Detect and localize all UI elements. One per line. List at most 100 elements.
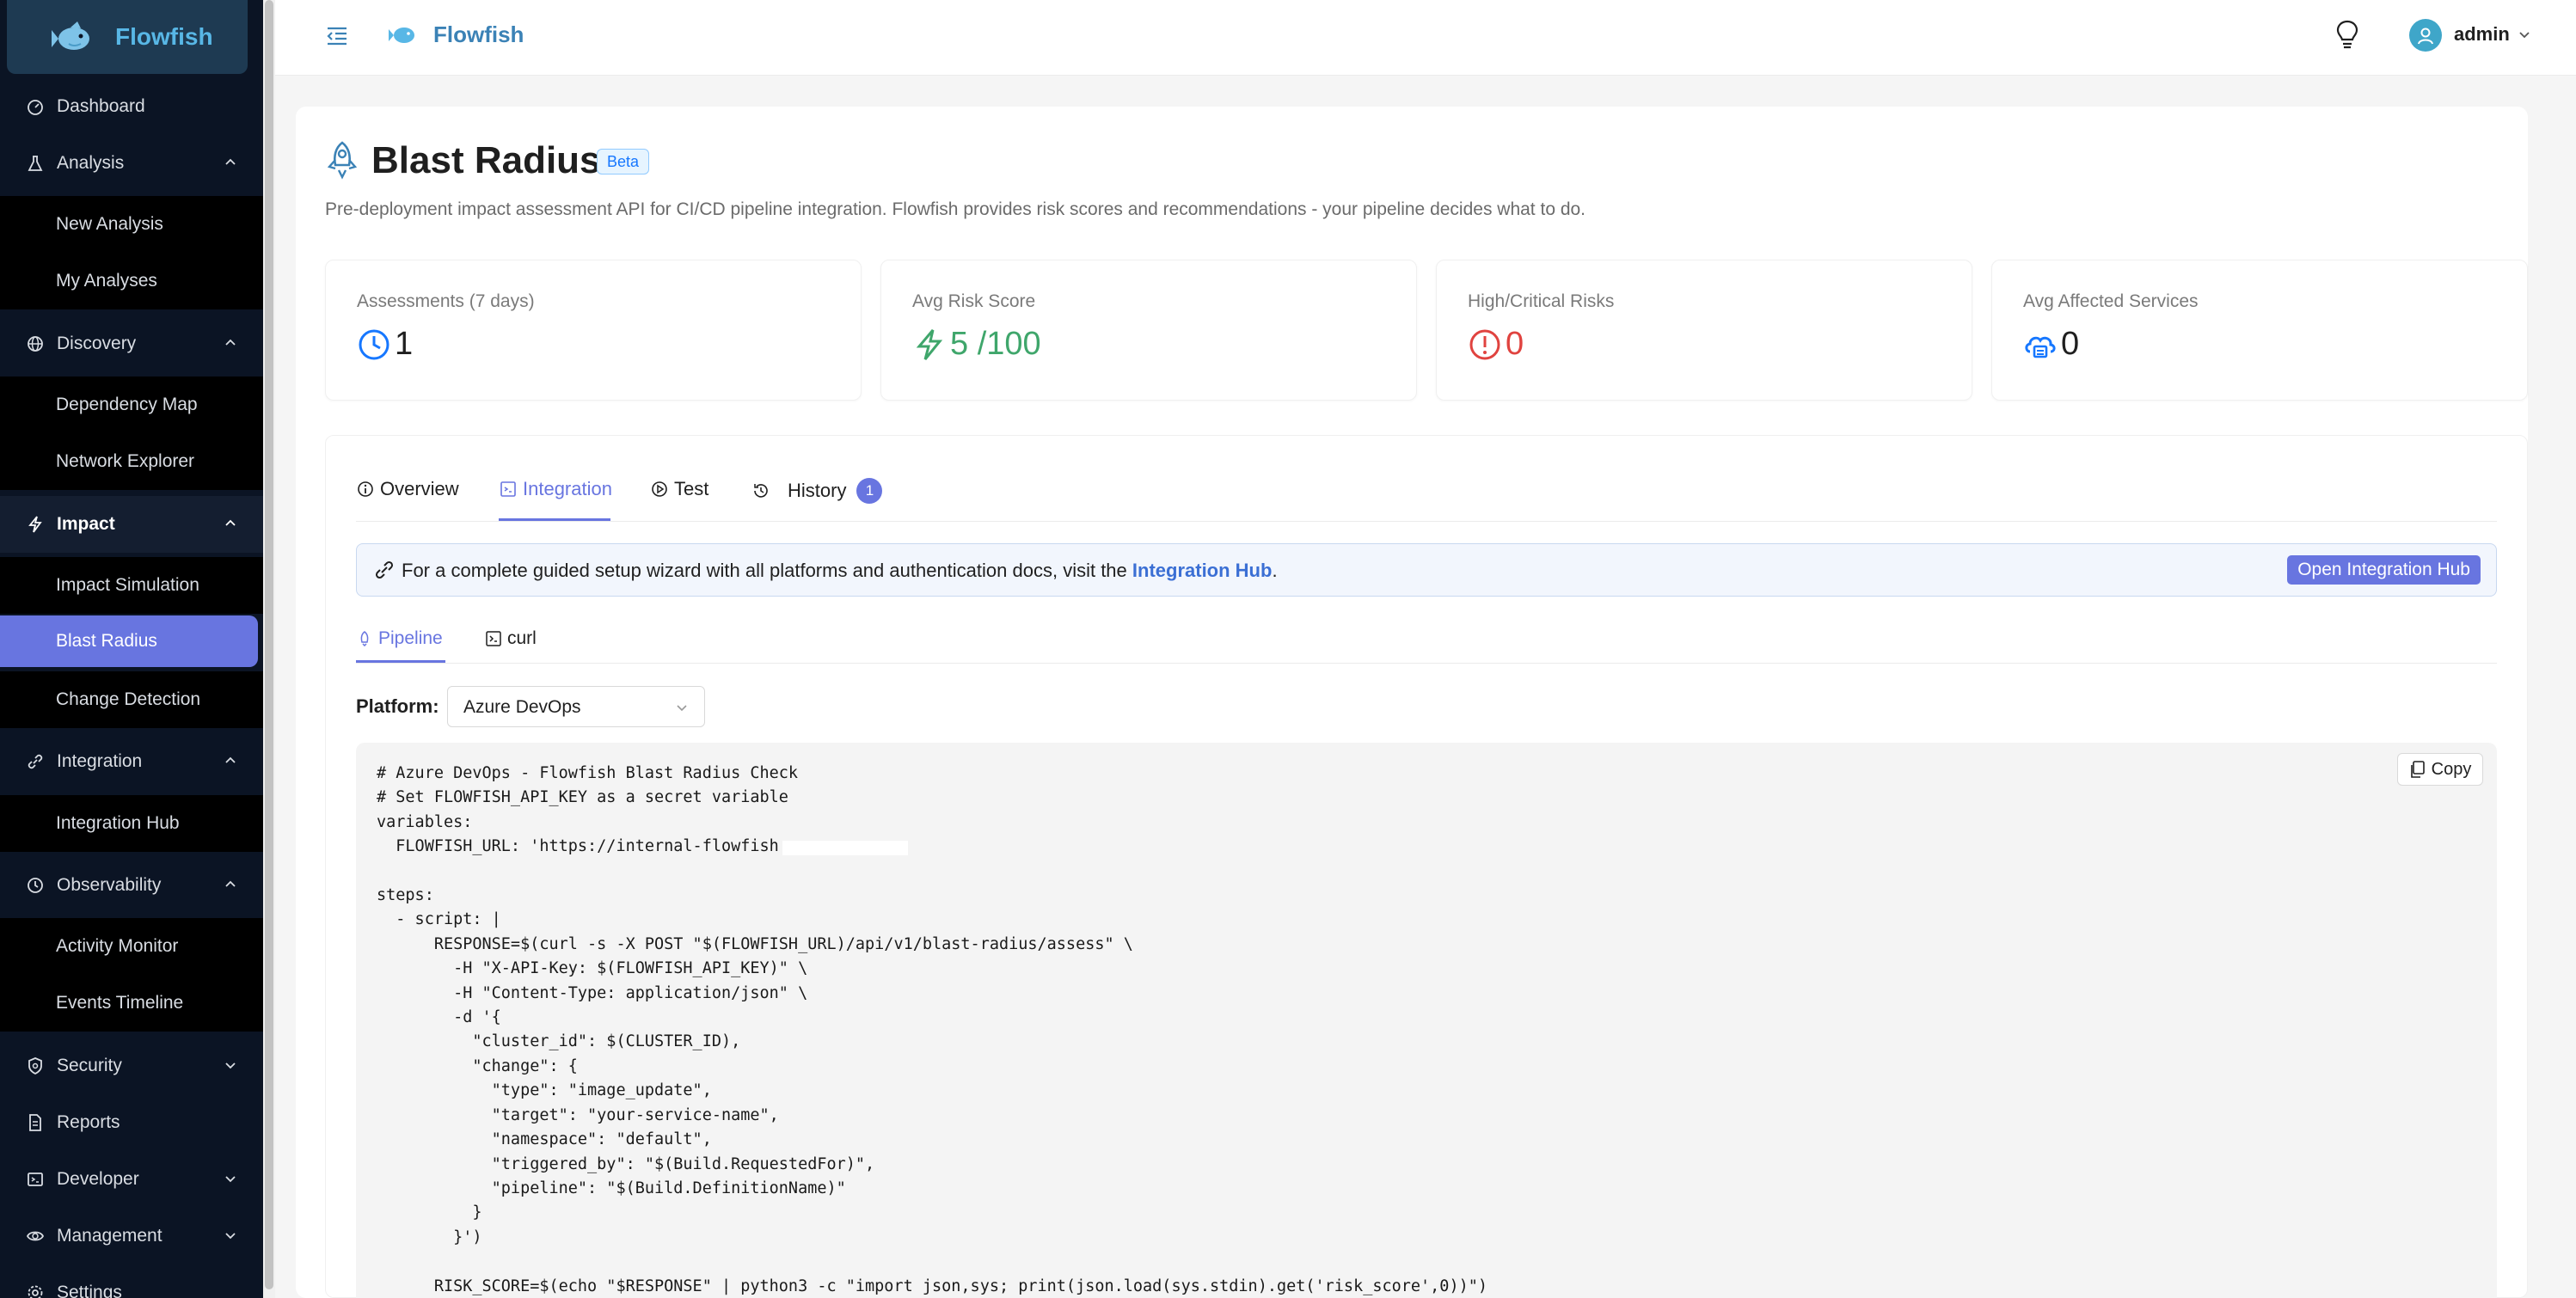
clock-icon	[26, 876, 45, 895]
sidebar-item-blast-radius[interactable]: Blast Radius	[0, 615, 263, 667]
sidebar-item-observability[interactable]: Observability	[0, 857, 263, 914]
code-block: # Azure DevOps - Flowfish Blast Radius C…	[356, 743, 2497, 1298]
sidebar: Flowfish Dashboard Analysis New Analysis…	[0, 0, 263, 1298]
copy-label: Copy	[2431, 759, 2472, 779]
sidebar-scrollbar-thumb[interactable]	[265, 0, 273, 1289]
sidebar-item-events-timeline[interactable]: Events Timeline	[0, 975, 263, 1032]
tab-label: Integration	[523, 478, 612, 499]
sidebar-item-label: Network Explorer	[56, 451, 195, 471]
code-icon	[26, 1170, 45, 1189]
sidebar-item-label: Dependency Map	[56, 395, 198, 414]
integration-hub-link[interactable]: Integration Hub	[1132, 560, 1273, 581]
link-icon	[375, 560, 394, 579]
beta-badge: Beta	[597, 149, 650, 174]
sidebar-item-developer[interactable]: Developer	[0, 1151, 263, 1208]
page-title: Blast Radius	[371, 139, 601, 181]
sidebar-item-integration-hub[interactable]: Integration Hub	[0, 795, 263, 852]
stat-value: 0	[1506, 326, 1524, 362]
rocket-icon	[356, 630, 373, 647]
sidebar-item-change-detection[interactable]: Change Detection	[0, 671, 263, 728]
tab-history[interactable]: History 1	[751, 478, 883, 504]
play-circle-icon	[650, 480, 669, 499]
sidebar-item-settings[interactable]: Settings	[0, 1264, 263, 1298]
stat-card-assessments: Assessments (7 days) 1	[325, 260, 862, 401]
stat-card-avg-risk: Avg Risk Score 5 /100	[880, 260, 1417, 401]
info-circle-icon	[356, 480, 375, 499]
sidebar-item-new-analysis[interactable]: New Analysis	[0, 196, 263, 253]
chevron-down-icon	[677, 705, 687, 712]
subtab-curl[interactable]: curl	[485, 628, 537, 649]
sidebar-scrollbar[interactable]	[263, 0, 275, 1298]
platform-selected-value: Azure DevOps	[463, 697, 581, 717]
sidebar-item-impact-simulation[interactable]: Impact Simulation	[0, 557, 263, 614]
sidebar-item-label: Settings	[57, 1283, 122, 1298]
info-alert: For a complete guided setup wizard with …	[356, 543, 2497, 597]
eye-icon	[26, 1227, 45, 1246]
stat-label: High/Critical Risks	[1468, 291, 1615, 311]
tab-overview[interactable]: Overview	[356, 478, 459, 500]
chevron-down-icon[interactable]	[2518, 28, 2531, 41]
sidebar-item-label: Impact	[57, 514, 115, 534]
tab-integration[interactable]: Integration	[499, 478, 612, 500]
redacted-text	[782, 841, 908, 855]
sidebar-item-impact[interactable]: Impact	[0, 496, 263, 553]
open-integration-hub-button[interactable]: Open Integration Hub	[2287, 555, 2481, 585]
copy-button[interactable]: Copy	[2397, 753, 2483, 786]
chevron-down-icon	[225, 1062, 236, 1069]
dashboard-icon	[26, 97, 45, 116]
stat-value: 0	[2061, 326, 2080, 362]
globe-icon	[26, 334, 45, 353]
sidebar-item-label: Discovery	[57, 334, 137, 353]
sidebar-item-dashboard[interactable]: Dashboard	[0, 78, 263, 135]
sidebar-item-network-explorer[interactable]: Network Explorer	[0, 433, 263, 490]
sidebar-item-label: Management	[57, 1226, 163, 1246]
menu-fold-icon[interactable]	[325, 24, 349, 48]
bolt-icon	[916, 329, 943, 360]
lightbulb-icon[interactable]	[2334, 19, 2361, 52]
tab-label: Overview	[380, 478, 459, 499]
stat-card-high-critical: High/Critical Risks 0	[1436, 260, 1972, 401]
chevron-up-icon	[225, 519, 236, 526]
sidebar-item-analysis[interactable]: Analysis	[0, 135, 263, 192]
sidebar-item-label: Developer	[57, 1169, 139, 1189]
alert-end: .	[1272, 560, 1278, 581]
sidebar-item-security[interactable]: Security	[0, 1038, 263, 1094]
history-count-badge: 1	[856, 478, 883, 504]
subtab-label: curl	[507, 628, 537, 648]
sidebar-item-integration[interactable]: Integration	[0, 733, 263, 790]
sidebar-item-label: Blast Radius	[56, 631, 157, 651]
stat-label: Assessments (7 days)	[357, 291, 535, 311]
sidebar-item-dependency-map[interactable]: Dependency Map	[0, 377, 263, 433]
sidebar-item-management[interactable]: Management	[0, 1208, 263, 1264]
pipeline-code: # Azure DevOps - Flowfish Blast Radius C…	[377, 764, 1488, 1295]
platform-select[interactable]: Azure DevOps	[447, 686, 705, 727]
tab-label: Test	[674, 478, 709, 499]
file-text-icon	[26, 1113, 45, 1132]
stat-label: Avg Risk Score	[912, 291, 1036, 311]
subtab-pipeline[interactable]: Pipeline	[356, 628, 443, 649]
sidebar-item-label: Integration	[57, 751, 143, 771]
code-icon	[499, 480, 518, 499]
sidebar-item-discovery[interactable]: Discovery	[0, 315, 263, 372]
chevron-down-icon	[225, 1176, 236, 1183]
sidebar-item-activity-monitor[interactable]: Activity Monitor	[0, 918, 263, 975]
page-subtitle: Pre-deployment impact assessment API for…	[325, 199, 1586, 219]
tab-test[interactable]: Test	[650, 478, 708, 500]
stat-value: 1	[395, 326, 414, 362]
sidebar-item-label: Impact Simulation	[56, 575, 199, 595]
top-header: Flowfish admin	[275, 0, 2576, 76]
user-name[interactable]: admin	[2454, 23, 2510, 46]
terminal-icon	[485, 630, 502, 647]
sidebar-logo[interactable]: Flowfish	[7, 0, 248, 74]
stat-value: 5 /100	[950, 326, 1041, 362]
sidebar-item-reports[interactable]: Reports	[0, 1094, 263, 1151]
avatar[interactable]	[2409, 19, 2442, 52]
clock-icon	[359, 329, 389, 360]
sidebar-item-label: Observability	[57, 875, 162, 895]
sidebar-item-label: New Analysis	[56, 214, 163, 234]
experiment-icon	[26, 154, 45, 173]
sidebar-item-my-analyses[interactable]: My Analyses	[0, 253, 263, 309]
alert-message: For a complete guided setup wizard with …	[402, 560, 1132, 581]
header-title[interactable]: Flowfish	[433, 21, 524, 48]
sidebar-item-label: Events Timeline	[56, 993, 184, 1013]
